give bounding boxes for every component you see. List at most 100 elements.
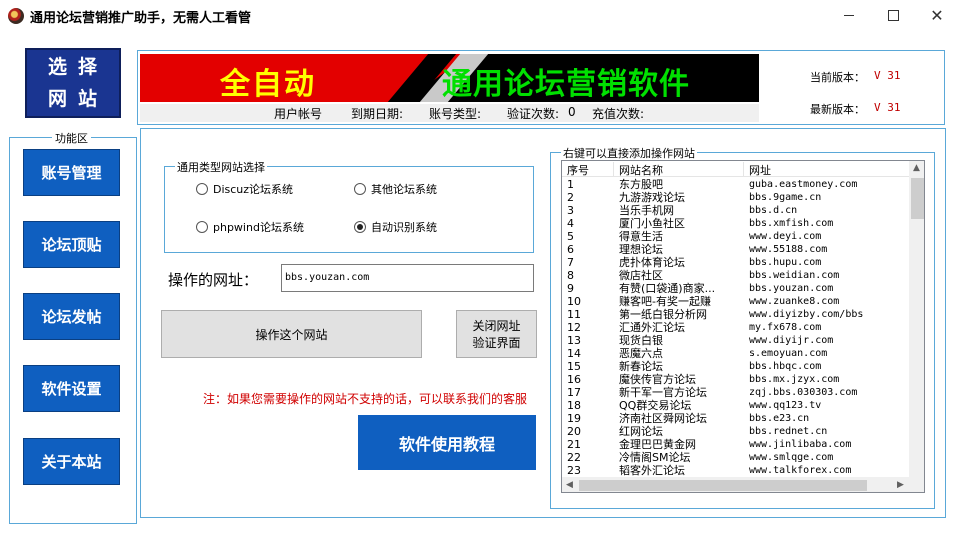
site-no: 21 [567, 438, 581, 451]
forum-bump-button[interactable]: 论坛顶贴 [23, 221, 120, 268]
column-header-name[interactable]: 网站名称 [614, 162, 744, 177]
site-url: www.55188.com [749, 244, 828, 255]
site-list-row[interactable]: 21 金理巴巴黄金网 www.jinlibaba.com [562, 438, 909, 451]
site-list-row[interactable]: 8 微店社区 bbs.weidian.com [562, 269, 909, 282]
site-no: 15 [567, 360, 581, 373]
site-list-row[interactable]: 13 现货白银 www.diyijr.com [562, 334, 909, 347]
radio-discuz[interactable]: Discuz论坛系统 [196, 181, 293, 197]
tutorial-button[interactable]: 软件使用教程 [358, 415, 536, 470]
site-list-row[interactable]: 1 东方股吧 guba.eastmoney.com [562, 178, 909, 191]
site-list-row[interactable]: 16 魔侠传官方论坛 bbs.mx.jzyx.com [562, 373, 909, 386]
banner-left-text: 全自动 [220, 67, 316, 102]
site-url: bbs.d.cn [749, 205, 798, 216]
radio-auto-detect-label: 自动识别系统 [371, 221, 437, 234]
software-settings-button[interactable]: 软件设置 [23, 365, 120, 412]
site-list-row[interactable]: 5 得意生活 www.deyi.com [562, 230, 909, 243]
site-name: 第一纸白银分析网 [619, 308, 707, 321]
site-list-row[interactable]: 6 理想论坛 www.55188.com [562, 243, 909, 256]
site-url: www.qq123.tv [749, 400, 822, 411]
current-version-value: V 31 [874, 69, 901, 82]
select-site-line1: 选择 [47, 56, 108, 78]
horizontal-scrollbar[interactable]: ◀ ▶ [562, 477, 909, 492]
site-list[interactable]: 序号 网站名称 网址 1 东方股吧 guba.eastmoney.com 2 九游游戏论… [561, 160, 925, 493]
site-list-row[interactable]: 3 当乐手机网 bbs.d.cn [562, 204, 909, 217]
site-list-row[interactable]: 18 QQ群交易论坛 www.qq123.tv [562, 399, 909, 412]
site-name: 济南社区舜网论坛 [619, 412, 707, 425]
site-list-row[interactable]: 4 厦门小鱼社区 bbs.xmfish.com [562, 217, 909, 230]
close-url-verify-button[interactable]: 关闭网址 验证界面 [456, 310, 537, 358]
site-url: bbs.hupu.com [749, 257, 822, 268]
minimize-button[interactable] [826, 0, 872, 31]
site-name: 厦门小鱼社区 [619, 217, 685, 230]
site-list-row[interactable]: 22 冷情阁SM论坛 www.smlqge.com [562, 451, 909, 464]
site-name: 微店社区 [619, 269, 663, 282]
site-list-row[interactable]: 17 新干军一官方论坛 zqj.bbs.030303.com [562, 386, 909, 399]
close-button[interactable]: ✕ [914, 0, 960, 31]
site-no: 3 [567, 204, 574, 217]
site-list-row[interactable]: 15 新春论坛 bbs.hbqc.com [562, 360, 909, 373]
recharge-count-label: 充值次数: [592, 107, 645, 121]
url-input[interactable]: bbs.youzan.com [281, 264, 534, 292]
scroll-corner [909, 477, 924, 492]
site-list-row[interactable]: 23 韬客外汇论坛 www.talkforex.com [562, 464, 909, 477]
select-site-button[interactable]: 选择 网站 [25, 48, 121, 118]
scroll-up-icon[interactable]: ▲ [913, 163, 920, 173]
site-url: bbs.xmfish.com [749, 218, 834, 229]
site-url: bbs.weidian.com [749, 270, 840, 281]
site-url: bbs.mx.jzyx.com [749, 374, 840, 385]
site-list-row[interactable]: 14 恶魔六点 s.emoyuan.com [562, 347, 909, 360]
site-name: 魔侠传官方论坛 [619, 373, 696, 386]
site-url: guba.eastmoney.com [749, 179, 858, 190]
site-list-row[interactable]: 19 济南社区舜网论坛 bbs.e23.cn [562, 412, 909, 425]
site-name: 理想论坛 [619, 243, 663, 256]
scroll-right-icon[interactable]: ▶ [897, 480, 904, 490]
site-name: 东方股吧 [619, 178, 663, 191]
banner: 全自动 通用论坛营销软件 [140, 54, 759, 102]
site-list-row[interactable]: 7 虎扑体育论坛 bbs.hupu.com [562, 256, 909, 269]
column-header-no[interactable]: 序号 [562, 162, 614, 177]
radio-other-dot [354, 183, 366, 195]
site-no: 8 [567, 269, 574, 282]
horizontal-scroll-thumb[interactable] [579, 480, 867, 491]
radio-phpwind[interactable]: phpwind论坛系统 [196, 219, 304, 235]
site-list-row[interactable]: 9 有赞(口袋通)商家... bbs.youzan.com [562, 282, 909, 295]
vertical-scroll-thumb[interactable] [911, 178, 924, 219]
site-type-group [164, 166, 534, 253]
site-url: www.jinlibaba.com [749, 439, 852, 450]
expire-date-label: 到期日期: [351, 107, 404, 121]
radio-other[interactable]: 其他论坛系统 [354, 181, 437, 197]
about-site-button[interactable]: 关于本站 [23, 438, 120, 485]
site-name: 九游游戏论坛 [619, 191, 685, 204]
function-area-legend: 功能区 [52, 130, 91, 146]
site-list-header: 序号 网站名称 网址 [562, 161, 909, 177]
column-header-url[interactable]: 网址 [744, 162, 909, 177]
site-list-row[interactable]: 10 赚客吧-有奖一起赚 www.zuanke8.com [562, 295, 909, 308]
forum-post-button[interactable]: 论坛发帖 [23, 293, 120, 340]
site-name: 红网论坛 [619, 425, 663, 438]
site-no: 1 [567, 178, 574, 191]
latest-version-label: 最新版本： [810, 103, 865, 116]
radio-auto-detect[interactable]: 自动识别系统 [354, 219, 437, 235]
radio-discuz-dot [196, 183, 208, 195]
vertical-scrollbar[interactable]: ▲ [909, 161, 924, 477]
account-manage-button[interactable]: 账号管理 [23, 149, 120, 196]
site-no: 4 [567, 217, 574, 230]
site-no: 22 [567, 451, 581, 464]
site-list-row[interactable]: 20 红网论坛 bbs.rednet.cn [562, 425, 909, 438]
site-no: 12 [567, 321, 581, 334]
app-icon [8, 8, 24, 24]
site-no: 20 [567, 425, 581, 438]
operate-site-button[interactable]: 操作这个网站 [161, 310, 422, 358]
maximize-button[interactable] [870, 0, 916, 31]
site-no: 11 [567, 308, 581, 321]
title-bar: 通用论坛营销推广助手，无需人工看管 ✕ [0, 0, 962, 31]
site-list-row[interactable]: 11 第一纸白银分析网 www.diyizby.com/bbs [562, 308, 909, 321]
site-list-row[interactable]: 2 九游游戏论坛 bbs.9game.cn [562, 191, 909, 204]
site-no: 14 [567, 347, 581, 360]
site-name: 现货白银 [619, 334, 663, 347]
current-version-label: 当前版本： [810, 71, 865, 84]
site-list-row[interactable]: 12 汇通外汇论坛 my.fx678.com [562, 321, 909, 334]
site-name: 韬客外汇论坛 [619, 464, 685, 477]
scroll-left-icon[interactable]: ◀ [566, 480, 573, 490]
minimize-icon [844, 15, 854, 16]
